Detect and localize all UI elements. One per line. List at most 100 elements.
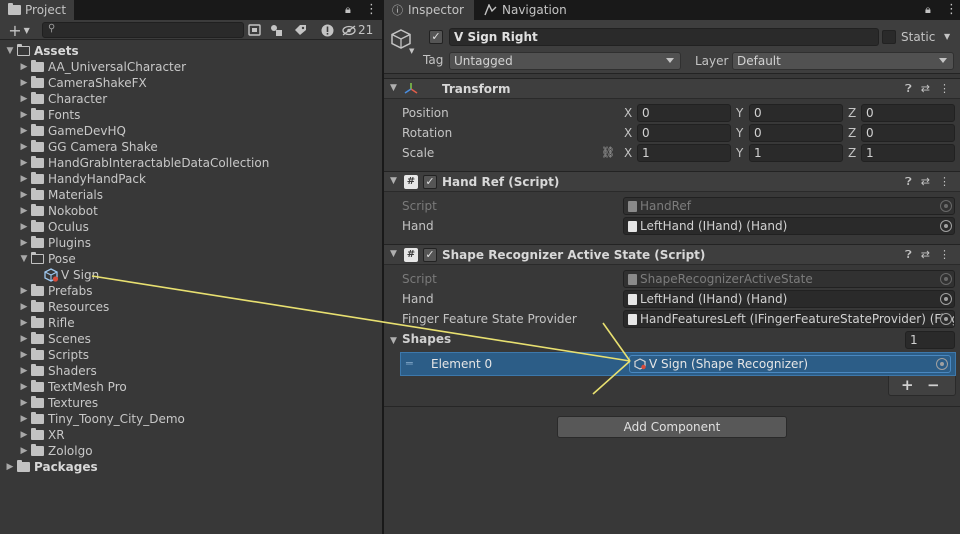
drag-handle-icon[interactable]: ═ (406, 357, 413, 370)
preset-icon[interactable]: ⇄ (921, 82, 930, 96)
expand-arrow-icon[interactable]: ▶ (18, 334, 30, 344)
tree-item-folder[interactable]: ▶ GG Camera Shake (18, 139, 158, 155)
fold-arrow-icon[interactable]: ▼ (390, 176, 397, 186)
tree-item-folder[interactable]: ▶ Prefabs (18, 283, 93, 299)
transform-header[interactable]: ▼ Transform ❓︎ ⇄ ⋮ (384, 78, 960, 99)
filter-by-label-button[interactable] (289, 21, 311, 39)
scale-z-input[interactable]: 1 (861, 144, 955, 162)
tree-item-folder[interactable]: ▶ Character (18, 91, 107, 107)
object-picker-icon[interactable] (940, 293, 952, 305)
expand-arrow-icon[interactable]: ▶ (18, 430, 30, 440)
tree-item-folder[interactable]: ▶ Nokobot (18, 203, 98, 219)
tree-item-folder[interactable]: ▶ Shaders (18, 363, 97, 379)
expand-arrow-icon[interactable]: ▶ (18, 286, 30, 296)
kebab-menu-icon[interactable]: ⋮ (945, 2, 958, 17)
tree-item-folder[interactable]: ▶ Oculus (18, 219, 89, 235)
finger-feature-field[interactable]: HandFeaturesLeft (IFingerFeatureStatePro… (623, 310, 955, 328)
tree-item-assets[interactable]: ▼ Assets (4, 43, 79, 59)
fold-arrow-icon[interactable]: ▼ (390, 83, 397, 93)
tree-item-folder[interactable]: ▶ Rifle (18, 315, 75, 331)
axis-y-label[interactable]: Y (736, 146, 743, 160)
axis-x-label[interactable]: X (624, 106, 632, 120)
axis-z-label[interactable]: Z (848, 146, 856, 160)
hidden-packages-button[interactable]: 21 (342, 21, 376, 39)
preset-icon[interactable]: ⇄ (921, 248, 930, 262)
expand-arrow-icon[interactable]: ▼ (18, 254, 30, 264)
shapes-element-row[interactable]: ═ Element 0 V Sign (Shape Recognizer) (400, 352, 956, 376)
object-picker-icon[interactable] (936, 358, 948, 370)
rotation-y-input[interactable]: 0 (749, 124, 843, 142)
scale-x-input[interactable]: 1 (637, 144, 731, 162)
axis-z-label[interactable]: Z (848, 126, 856, 140)
static-checkbox[interactable] (882, 30, 896, 44)
filter-by-type-button[interactable] (265, 21, 287, 39)
expand-arrow-icon[interactable]: ▶ (18, 158, 30, 168)
tree-item-folder[interactable]: ▶ HandyHandPack (18, 171, 146, 187)
tree-item-folder[interactable]: ▶ Tiny_Toony_City_Demo (18, 411, 185, 427)
lock-icon[interactable]: 🔒︎ (925, 3, 931, 17)
tree-item-folder[interactable]: ▶ Fonts (18, 107, 80, 123)
tree-item-folder[interactable]: ▶ Plugins (18, 235, 91, 251)
component-menu-icon[interactable]: ⋮ (939, 248, 950, 262)
tree-item-folder[interactable]: ▶ AA_UniversalCharacter (18, 59, 186, 75)
expand-arrow-icon[interactable]: ▶ (18, 78, 30, 88)
tab-project[interactable]: Project (0, 0, 74, 20)
position-x-input[interactable]: 0 (637, 104, 731, 122)
tree-item-folder[interactable]: ▶ TextMesh Pro (18, 379, 127, 395)
component-menu-icon[interactable]: ⋮ (939, 82, 950, 96)
help-icon[interactable]: ❓︎ (905, 175, 912, 189)
axis-x-label[interactable]: X (624, 146, 632, 160)
warning-filter-button[interactable] (316, 21, 338, 39)
search-by-type-button[interactable] (243, 21, 265, 39)
shape-recognizer-enabled-checkbox[interactable]: ✓ (423, 248, 437, 262)
expand-arrow-icon[interactable]: ▶ (18, 110, 30, 120)
help-icon[interactable]: ❓︎ (905, 248, 912, 262)
expand-arrow-icon[interactable]: ▼ (4, 46, 16, 56)
expand-arrow-icon[interactable]: ▶ (18, 238, 30, 248)
tree-item-pose[interactable]: ▼ Pose (18, 251, 76, 267)
tree-item-folder[interactable]: ▶ Zololgo (18, 443, 93, 459)
tree-item-folder[interactable]: ▶ CameraShakeFX (18, 75, 147, 91)
tree-item-folder[interactable]: ▶ Materials (18, 187, 103, 203)
expand-arrow-icon[interactable]: ▶ (18, 206, 30, 216)
axis-y-label[interactable]: Y (736, 126, 743, 140)
expand-arrow-icon[interactable]: ▶ (18, 350, 30, 360)
position-z-input[interactable]: 0 (861, 104, 955, 122)
expand-arrow-icon[interactable]: ▶ (18, 382, 30, 392)
shapes-fold-icon[interactable]: ▼ (390, 336, 397, 346)
position-y-input[interactable]: 0 (749, 104, 843, 122)
shape-recognizer-header[interactable]: ▼ # ✓ Shape Recognizer Active State (Scr… (384, 244, 960, 265)
expand-arrow-icon[interactable]: ▶ (18, 302, 30, 312)
expand-arrow-icon[interactable]: ▶ (18, 142, 30, 152)
hand-ref-header[interactable]: ▼ # ✓ Hand Ref (Script) ❓︎ ⇄ ⋮ (384, 171, 960, 192)
create-button[interactable]: + ▼ (4, 21, 34, 40)
expand-arrow-icon[interactable]: ▶ (18, 126, 30, 136)
rotation-z-input[interactable]: 0 (861, 124, 955, 142)
tree-item-folder[interactable]: ▶ Scenes (18, 331, 91, 347)
expand-arrow-icon[interactable]: ▶ (18, 446, 30, 456)
add-element-button[interactable]: + (901, 376, 914, 394)
component-menu-icon[interactable]: ⋮ (939, 175, 950, 189)
layer-dropdown[interactable]: Default (732, 52, 954, 70)
expand-arrow-icon[interactable]: ▶ (18, 174, 30, 184)
search-input[interactable]: ⚲ (42, 22, 244, 38)
kebab-menu-icon[interactable]: ⋮ (365, 2, 378, 17)
tree-item-folder[interactable]: ▶ Scripts (18, 347, 89, 363)
expand-arrow-icon[interactable]: ▶ (18, 94, 30, 104)
rotation-x-input[interactable]: 0 (637, 124, 731, 142)
axis-x-label[interactable]: X (624, 126, 632, 140)
axis-y-label[interactable]: Y (736, 106, 743, 120)
object-picker-icon[interactable] (940, 313, 952, 325)
expand-arrow-icon[interactable]: ▶ (18, 398, 30, 408)
tab-navigation[interactable]: Navigation (476, 0, 576, 20)
shapes-size-input[interactable]: 1 (905, 331, 955, 349)
link-icon[interactable]: ⛓︎ (601, 146, 615, 159)
static-dropdown-icon[interactable]: ▼ (944, 32, 950, 41)
remove-element-button[interactable]: − (927, 376, 940, 394)
fold-arrow-icon[interactable]: ▼ (390, 249, 397, 259)
scale-y-input[interactable]: 1 (749, 144, 843, 162)
tree-item-folder[interactable]: ▶ Textures (18, 395, 98, 411)
tree-item-packages[interactable]: ▶ Packages (4, 459, 98, 475)
expand-arrow-icon[interactable]: ▶ (18, 318, 30, 328)
expand-arrow-icon[interactable]: ▶ (18, 222, 30, 232)
